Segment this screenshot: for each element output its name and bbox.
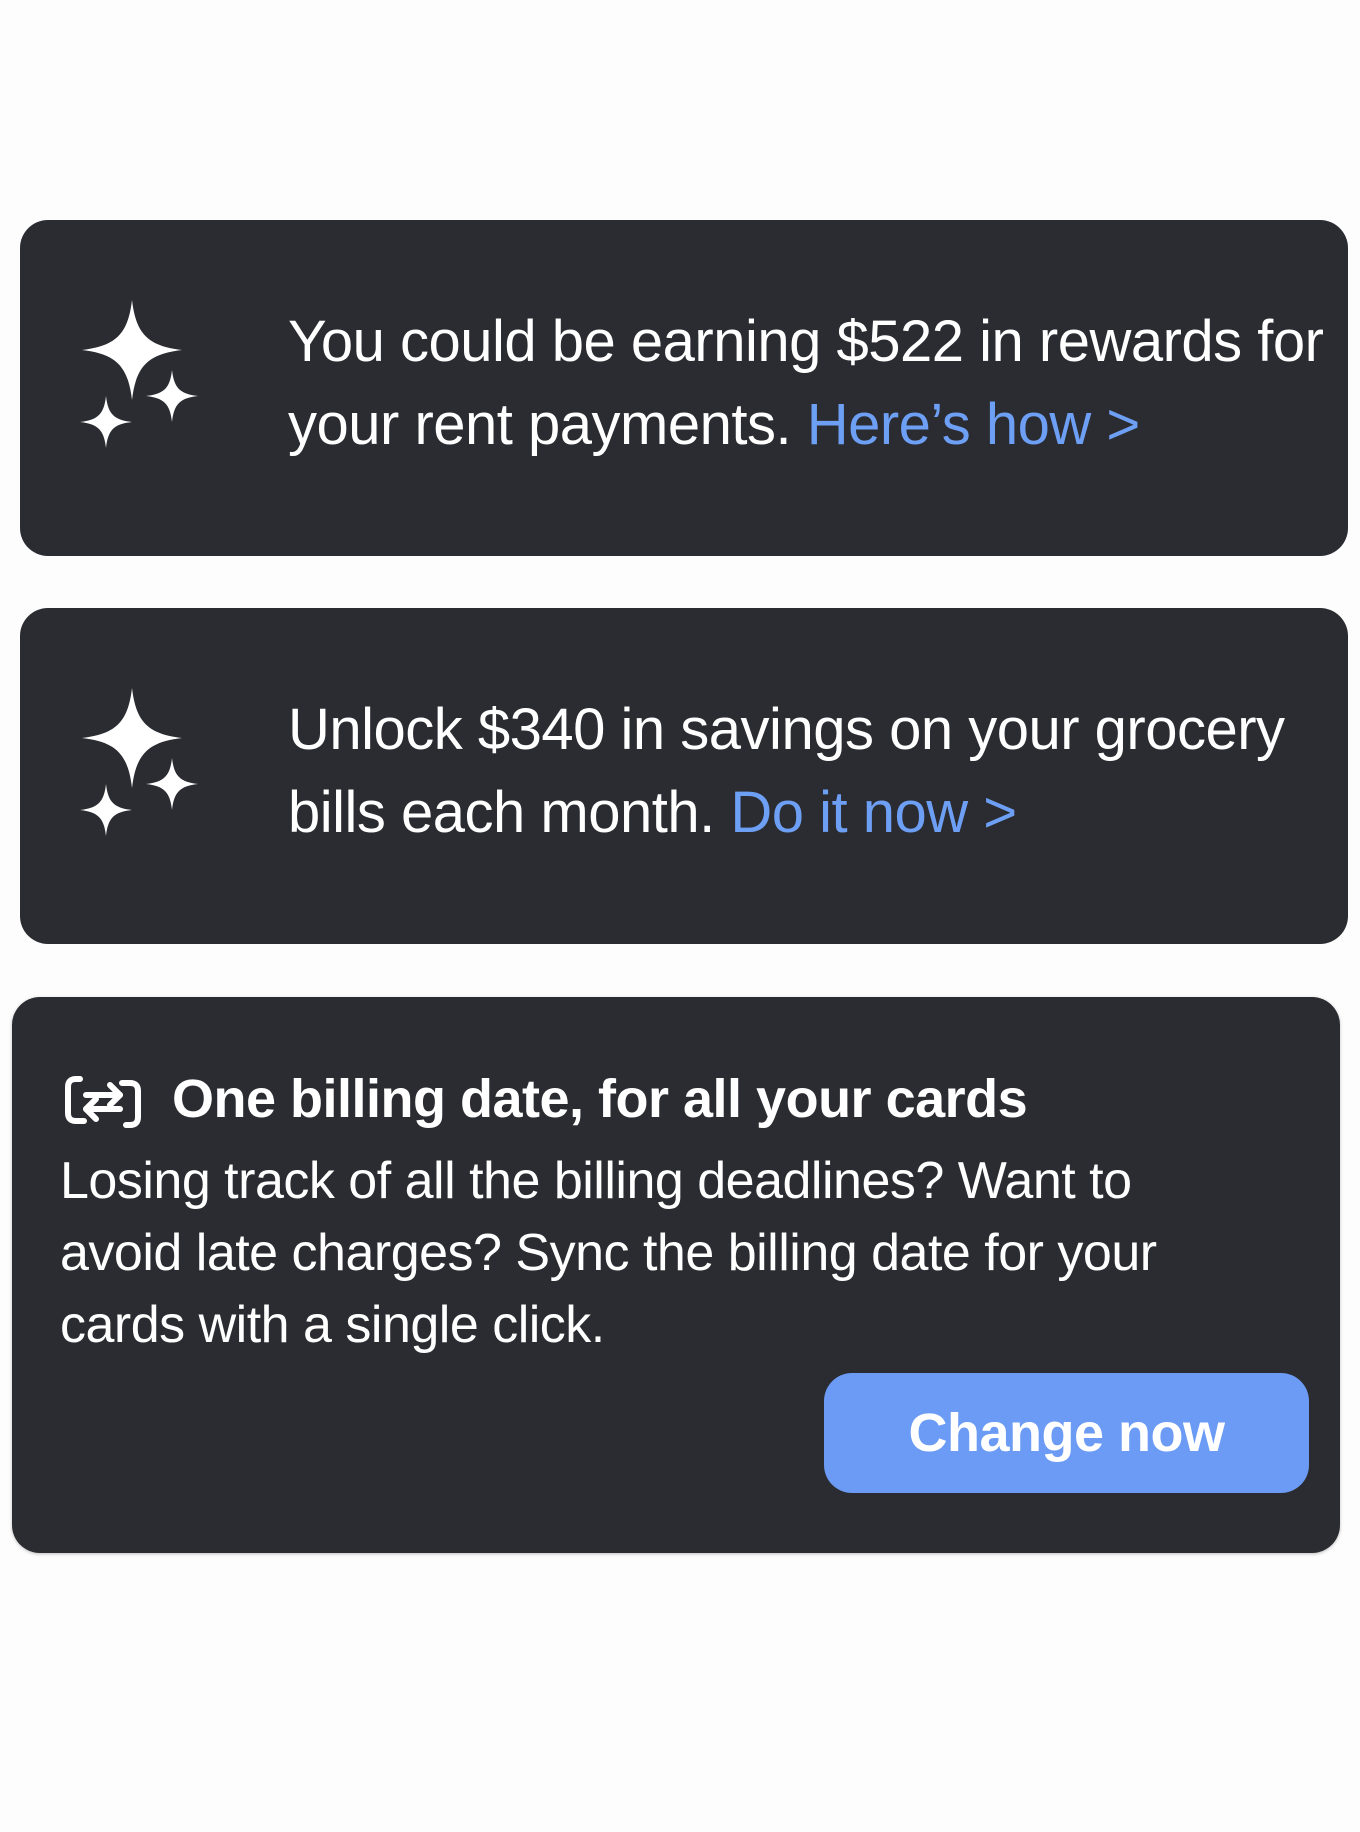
card-description: Losing track of all the billing deadline… bbox=[60, 1152, 1157, 1354]
grocery-savings-card: Unlock $340 in savings on your grocery b… bbox=[20, 608, 1348, 944]
promo-message: Unlock $340 in savings on your grocery b… bbox=[288, 688, 1328, 854]
promo-message: You could be earning $522 in rewards for… bbox=[288, 300, 1328, 466]
do-it-now-link[interactable]: Do it now > bbox=[730, 780, 1017, 845]
sparkle-icon bbox=[80, 688, 198, 836]
billing-date-card: One billing date, for all your cards Los… bbox=[12, 997, 1340, 1553]
heres-how-link[interactable]: Here’s how > bbox=[807, 392, 1141, 457]
sparkle-icon bbox=[80, 300, 198, 448]
change-now-button[interactable]: Change now bbox=[824, 1373, 1309, 1493]
sync-icon bbox=[65, 1076, 141, 1128]
rent-rewards-card: You could be earning $522 in rewards for… bbox=[20, 220, 1348, 556]
card-title: One billing date, for all your cards bbox=[172, 1069, 1028, 1129]
